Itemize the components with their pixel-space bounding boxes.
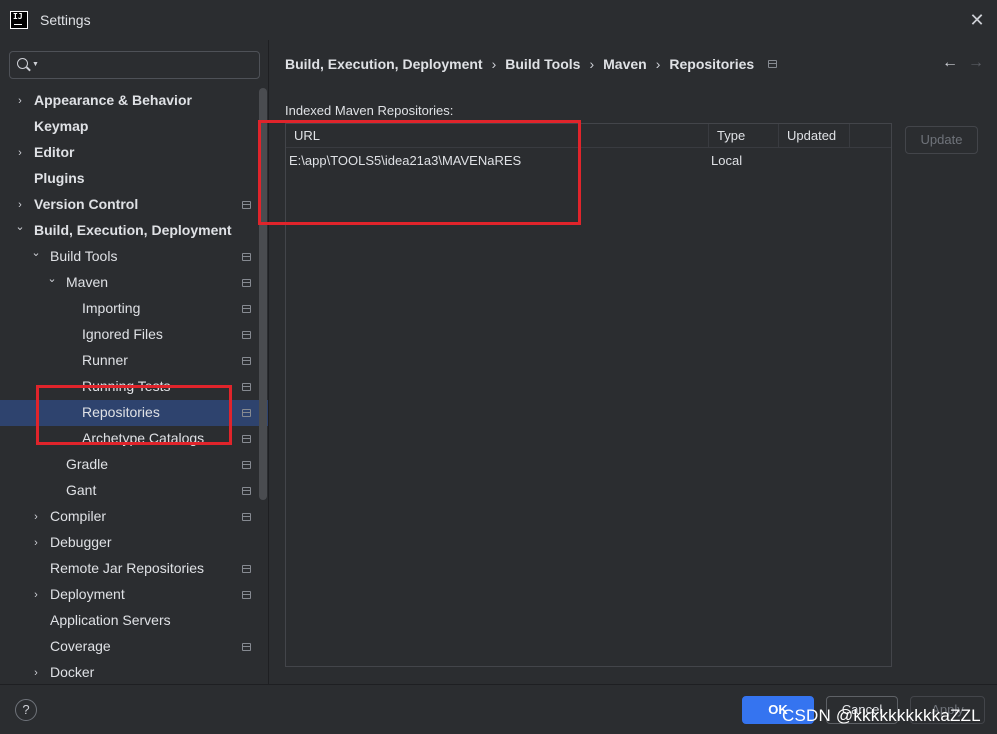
project-scope-icon bbox=[242, 383, 251, 391]
cell-type: Local bbox=[711, 153, 743, 168]
annotation-highlight-repositories bbox=[36, 385, 232, 445]
section-label: Indexed Maven Repositories: bbox=[285, 103, 454, 118]
sidebar-item-label: Version Control bbox=[34, 196, 139, 212]
sidebar-item-label: Coverage bbox=[50, 638, 111, 654]
chevron-down-icon[interactable]: ⌄ bbox=[30, 247, 42, 259]
project-scope-icon bbox=[242, 487, 251, 495]
sidebar-item-keymap[interactable]: Keymap bbox=[0, 114, 268, 140]
window-title: Settings bbox=[40, 12, 91, 28]
chevron-right-icon[interactable]: › bbox=[30, 511, 42, 523]
sidebar-item-deployment[interactable]: › Deployment bbox=[0, 582, 268, 608]
project-scope-icon bbox=[768, 60, 778, 68]
sidebar-item-label: Gradle bbox=[66, 456, 109, 472]
update-button[interactable]: Update bbox=[905, 126, 978, 154]
chevron-right-icon[interactable]: › bbox=[30, 537, 42, 549]
sidebar-item-maven[interactable]: ⌄ Maven bbox=[0, 270, 268, 296]
project-scope-icon bbox=[242, 279, 251, 287]
sidebar-item-docker[interactable]: › Docker bbox=[0, 660, 268, 684]
breadcrumb: Build, Execution, Deployment › Build Tools… bbox=[285, 56, 778, 72]
sidebar-item-appearance-behavior[interactable]: › Appearance & Behavior bbox=[0, 88, 268, 114]
sidebar-item-label: Ignored Files bbox=[82, 326, 163, 342]
sidebar-item-label: Gant bbox=[66, 482, 97, 498]
breadcrumb-separator-icon: › bbox=[655, 56, 661, 72]
sidebar-item-label: Compiler bbox=[50, 508, 107, 524]
sidebar-item-label: Debugger bbox=[50, 534, 112, 550]
forward-arrow-icon[interactable]: → bbox=[968, 54, 984, 72]
sidebar-item-label: Plugins bbox=[34, 170, 85, 186]
chevron-right-icon[interactable]: › bbox=[14, 147, 26, 159]
intellij-logo-icon: IJ bbox=[10, 11, 28, 29]
close-icon[interactable]: ✕ bbox=[967, 10, 987, 30]
breadcrumb-item[interactable]: Build Tools bbox=[505, 56, 580, 72]
chevron-right-icon[interactable]: › bbox=[14, 95, 26, 107]
breadcrumb-item[interactable]: Maven bbox=[603, 56, 647, 72]
column-header-updated[interactable]: Updated bbox=[779, 124, 850, 148]
sidebar-item-label: Docker bbox=[50, 664, 95, 680]
sidebar-item-compiler[interactable]: › Compiler bbox=[0, 504, 268, 530]
sidebar-item-editor[interactable]: › Editor bbox=[0, 140, 268, 166]
project-scope-icon bbox=[242, 565, 251, 573]
back-arrow-icon[interactable]: ← bbox=[942, 54, 958, 72]
annotation-highlight-url bbox=[258, 120, 581, 225]
sidebar-item-build-tools[interactable]: ⌄ Build Tools bbox=[0, 244, 268, 270]
dialog-footer: ? OK Cancel Apply CSDN @kkkkkkkkkkaZZL bbox=[0, 684, 997, 734]
sidebar-item-label: Editor bbox=[34, 144, 75, 160]
search-input[interactable]: ▼ bbox=[9, 51, 260, 79]
sidebar-item-build-execution-deployment[interactable]: ⌄ Build, Execution, Deployment bbox=[0, 218, 268, 244]
project-scope-icon bbox=[242, 591, 251, 599]
search-icon bbox=[17, 58, 28, 69]
sidebar-item-label: Maven bbox=[66, 274, 109, 290]
sidebar-item-label: Keymap bbox=[34, 118, 89, 134]
sidebar-item-label: Build, Execution, Deployment bbox=[34, 222, 232, 238]
sidebar-item-gradle[interactable]: Gradle bbox=[0, 452, 268, 478]
breadcrumb-separator-icon: › bbox=[589, 56, 595, 72]
sidebar-item-label: Importing bbox=[82, 300, 141, 316]
sidebar-item-label: Build Tools bbox=[50, 248, 118, 264]
project-scope-icon bbox=[242, 253, 251, 261]
breadcrumb-separator-icon: › bbox=[491, 56, 497, 72]
project-scope-icon bbox=[242, 435, 251, 443]
sidebar-item-label: Appearance & Behavior bbox=[34, 92, 192, 108]
project-scope-icon bbox=[242, 409, 251, 417]
sidebar-item-coverage[interactable]: Coverage bbox=[0, 634, 268, 660]
sidebar-item-debugger[interactable]: › Debugger bbox=[0, 530, 268, 556]
sidebar-item-application-servers[interactable]: Application Servers bbox=[0, 608, 268, 634]
watermark: CSDN @kkkkkkkkkkaZZL bbox=[782, 706, 981, 725]
help-icon[interactable]: ? bbox=[15, 699, 37, 721]
sidebar-item-runner[interactable]: Runner bbox=[0, 348, 268, 374]
project-scope-icon bbox=[242, 643, 251, 651]
sidebar-item-label: Application Servers bbox=[50, 612, 171, 628]
chevron-right-icon[interactable]: › bbox=[30, 667, 42, 679]
chevron-right-icon[interactable]: › bbox=[30, 589, 42, 601]
project-scope-icon bbox=[242, 357, 251, 365]
sidebar-item-importing[interactable]: Importing bbox=[0, 296, 268, 322]
chevron-right-icon[interactable]: › bbox=[14, 199, 26, 211]
sidebar-item-label: Remote Jar Repositories bbox=[50, 560, 205, 576]
title-bar: IJ Settings ✕ bbox=[0, 0, 997, 40]
column-header-type[interactable]: Type bbox=[709, 124, 779, 148]
sidebar-item-label: Deployment bbox=[50, 586, 125, 602]
sidebar-item-ignored-files[interactable]: Ignored Files bbox=[0, 322, 268, 348]
chevron-down-icon[interactable]: ⌄ bbox=[14, 221, 26, 233]
sidebar-item-plugins[interactable]: Plugins bbox=[0, 166, 268, 192]
chevron-down-icon[interactable]: ⌄ bbox=[46, 273, 58, 285]
breadcrumb-item[interactable]: Build, Execution, Deployment bbox=[285, 56, 483, 72]
breadcrumb-item[interactable]: Repositories bbox=[669, 56, 754, 72]
project-scope-icon bbox=[242, 461, 251, 469]
settings-sidebar: ▼ › Appearance & Behavior Keymap › Editor Plu… bbox=[0, 40, 268, 684]
chevron-down-icon[interactable]: ▼ bbox=[32, 61, 39, 68]
project-scope-icon bbox=[242, 201, 251, 209]
sidebar-item-gant[interactable]: Gant bbox=[0, 478, 268, 504]
project-scope-icon bbox=[242, 331, 251, 339]
project-scope-icon bbox=[242, 513, 251, 521]
sidebar-item-version-control[interactable]: › Version Control bbox=[0, 192, 268, 218]
sidebar-item-label: Runner bbox=[82, 352, 128, 368]
sidebar-item-remote-jar-repositories[interactable]: Remote Jar Repositories bbox=[0, 556, 268, 582]
project-scope-icon bbox=[242, 305, 251, 313]
